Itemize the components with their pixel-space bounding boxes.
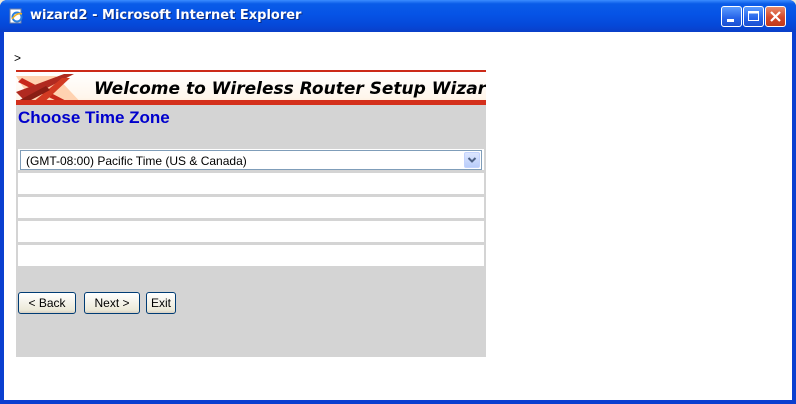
- close-button[interactable]: [765, 6, 786, 27]
- window-title: wizard2 - Microsoft Internet Explorer: [30, 8, 302, 23]
- page-content: > Welcome to Wireless Router Setup Wizar…: [4, 32, 792, 400]
- maximize-button[interactable]: [743, 6, 764, 27]
- timezone-selected-value: (GMT-08:00) Pacific Time (US & Canada): [26, 154, 247, 168]
- ie-page-icon: [8, 8, 24, 24]
- exit-button[interactable]: Exit: [146, 292, 176, 314]
- timezone-select[interactable]: (GMT-08:00) Pacific Time (US & Canada): [20, 150, 482, 170]
- section-title: Choose Time Zone: [18, 108, 170, 127]
- blank-row: [18, 173, 484, 194]
- minimize-button[interactable]: [721, 6, 742, 27]
- wizard-panel: Choose Time Zone (GMT-08:00) Pacific Tim…: [16, 105, 486, 357]
- blank-row: [18, 245, 484, 266]
- blank-row: [18, 197, 484, 218]
- timezone-row: (GMT-08:00) Pacific Time (US & Canada): [18, 149, 484, 170]
- stray-text: >: [14, 51, 22, 65]
- back-button[interactable]: < Back: [18, 292, 76, 314]
- title-bar[interactable]: wizard2 - Microsoft Internet Explorer: [0, 0, 796, 32]
- blank-row: [18, 221, 484, 242]
- browser-window: wizard2 - Microsoft Internet Explorer > …: [0, 0, 796, 404]
- next-button[interactable]: Next >: [84, 292, 140, 314]
- chevron-down-icon[interactable]: [464, 152, 480, 168]
- banner-title: Welcome to Wireless Router Setup Wizard: [94, 79, 486, 99]
